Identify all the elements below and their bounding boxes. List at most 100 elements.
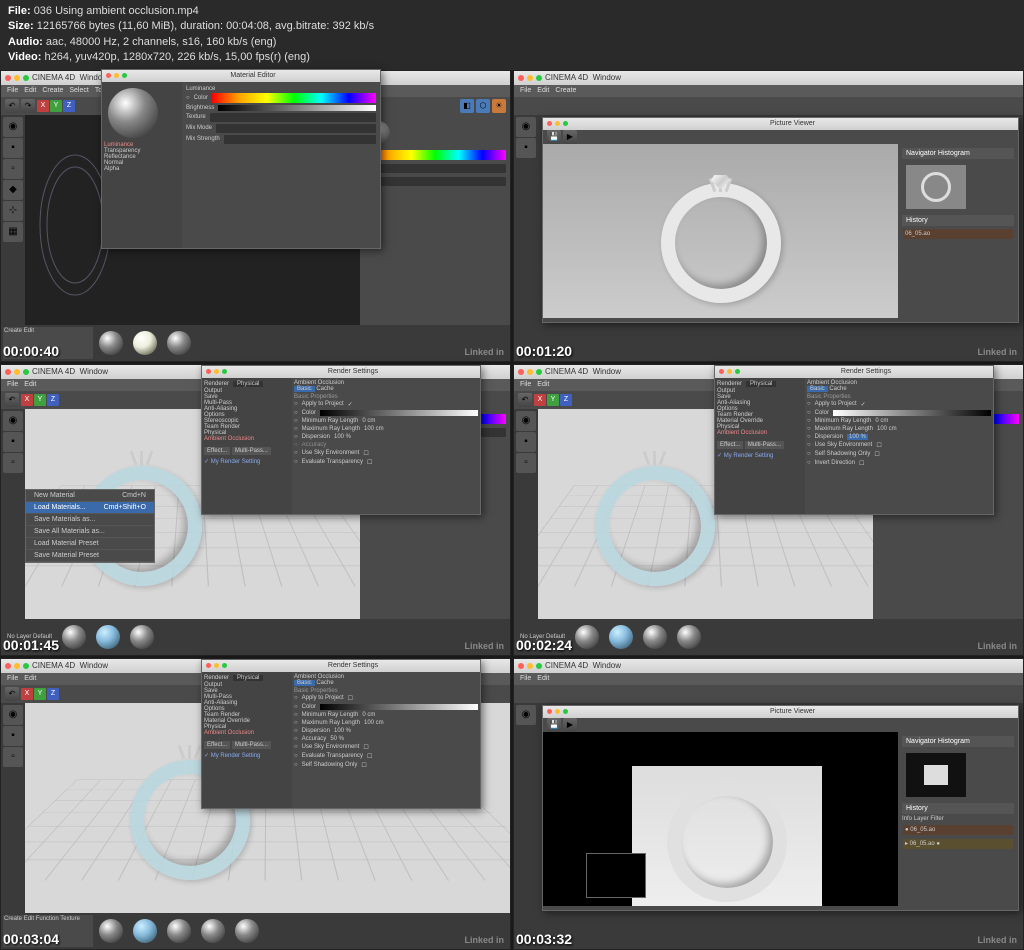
save-icon[interactable]: 💾 (547, 130, 561, 144)
light-icon[interactable]: ☀ (492, 99, 506, 113)
mode-toolbar[interactable]: ◉▪ (514, 115, 538, 325)
ctx-load-preset[interactable]: Load Material Preset (26, 538, 154, 550)
picture-viewer-window[interactable]: Picture Viewer 💾▶ Navigator Histogram Hi… (542, 705, 1019, 911)
ring-object[interactable] (595, 466, 715, 586)
material-editor-titlebar[interactable]: Material Editor (102, 70, 380, 82)
timestamp: 00:02:24 (516, 637, 572, 653)
thumbnail-grid: CINEMA 4D Window FileEditCreateSelectToo… (0, 70, 1024, 950)
texture-mode-icon[interactable]: ▦ (3, 222, 23, 242)
ao-color-gradient[interactable] (320, 410, 478, 416)
axis-mode-icon[interactable]: ⊹ (3, 201, 23, 221)
ab-compare-thumb[interactable] (586, 853, 646, 898)
undo-button[interactable]: ↶ (5, 99, 19, 113)
poly-mode-icon[interactable]: ◆ (3, 180, 23, 200)
mode-toolbar[interactable]: ◉▪▫◆⊹▦ (1, 115, 25, 325)
my-render-setting[interactable]: ✓ My Render Setting (204, 458, 290, 465)
ao-item[interactable]: Ambient Occlusion (717, 430, 803, 436)
history-row[interactable]: ● 06_05.ao (903, 825, 1013, 835)
material-slot[interactable] (609, 625, 633, 649)
mode-toolbar[interactable]: ◉▪▫ (1, 409, 25, 619)
app-menubar[interactable]: FileEditCreate (514, 85, 1023, 97)
material-slot[interactable] (643, 625, 667, 649)
render-settings-window[interactable]: Render Settings Renderer Physical Output… (201, 365, 481, 515)
ring-prongs (130, 451, 154, 475)
spline-icon[interactable]: ⬡ (476, 99, 490, 113)
material-preview-sphere (108, 88, 158, 138)
frame-2: CINEMA 4D Window FileEditCreate ◉▪ Pictu… (513, 70, 1024, 362)
primitive-icon[interactable]: ◧ (460, 99, 474, 113)
pv-sidebar[interactable]: Navigator Histogram History Info Layer F… (898, 732, 1018, 906)
watermark: Linked in (464, 347, 504, 357)
watermark: Linked in (464, 935, 504, 945)
ao-item[interactable]: Ambient Occlusion (204, 436, 290, 442)
cache-tab[interactable]: Cache (316, 386, 333, 392)
material-manager[interactable]: Create Edit (1, 325, 510, 361)
ctx-save-materials[interactable]: Save Materials as... (26, 514, 154, 526)
ctx-new-material[interactable]: New MaterialCmd+N (26, 490, 154, 502)
timestamp: 00:01:45 (3, 637, 59, 653)
history-row[interactable]: ▸ 06_05.ao ● (903, 839, 1013, 849)
point-mode-icon[interactable]: ▪ (3, 138, 23, 158)
material-context-menu[interactable]: New MaterialCmd+N Load Materials...Cmd+S… (25, 489, 155, 563)
timestamp: 00:01:20 (516, 343, 572, 359)
navigator-thumb[interactable] (906, 165, 966, 209)
basic-tab[interactable]: Basic (294, 386, 315, 392)
picture-viewer-titlebar[interactable]: Picture Viewer (543, 118, 1018, 130)
timestamp: 00:00:40 (3, 343, 59, 359)
timestamp: 00:03:32 (516, 931, 572, 947)
transform-axes[interactable]: XYZ (37, 100, 75, 112)
history-row[interactable]: 06_05.ao (903, 229, 1013, 239)
texture-field[interactable] (210, 113, 376, 122)
effect-button[interactable]: Effect... (204, 447, 230, 455)
picture-viewer-window[interactable]: Picture Viewer 💾▶ Navigator Histogram Hi… (542, 117, 1019, 323)
watermark: Linked in (977, 641, 1017, 651)
watermark: Linked in (977, 347, 1017, 357)
material-slot[interactable] (62, 625, 86, 649)
color-strip[interactable] (364, 150, 506, 160)
ctx-save-all[interactable]: Save All Materials as... (26, 526, 154, 538)
edge-mode-icon[interactable]: ▫ (3, 159, 23, 179)
frame-3: CINEMA 4D Window FileEdit ↶XYZ ◉▪▫ Rende… (0, 364, 511, 656)
material-slot[interactable] (167, 919, 191, 943)
material-slot[interactable] (99, 919, 123, 943)
material-slot[interactable] (133, 919, 157, 943)
render-view[interactable] (543, 732, 898, 906)
model-mode-icon[interactable]: ◉ (3, 117, 23, 137)
frame-4: CINEMA 4D Window FileEdit ↶XYZ ◉▪▫ Rende… (513, 364, 1024, 656)
mixmode-field[interactable] (216, 124, 376, 133)
brightness-slider[interactable] (218, 105, 376, 111)
attributes-panel[interactable] (360, 115, 510, 325)
channel-item[interactable]: Alpha (104, 166, 180, 172)
material-manager[interactable]: No Layer Default (1, 619, 510, 655)
pv-sidebar[interactable]: Navigator Histogram History 06_05.ao (898, 144, 1018, 318)
material-slot[interactable] (133, 331, 157, 355)
mac-titlebar: CINEMA 4D Window (514, 71, 1023, 85)
material-slot[interactable] (96, 625, 120, 649)
main-toolbar[interactable] (514, 97, 1023, 115)
material-slot[interactable] (575, 625, 599, 649)
ctx-load-materials[interactable]: Load Materials...Cmd+Shift+O (26, 502, 154, 514)
pv-toolbar[interactable]: 💾▶ (543, 130, 1018, 144)
material-slot[interactable] (677, 625, 701, 649)
material-slot[interactable] (235, 919, 259, 943)
material-slot[interactable] (130, 625, 154, 649)
frame-1: CINEMA 4D Window FileEditCreateSelectToo… (0, 70, 511, 362)
material-slot[interactable] (201, 919, 225, 943)
watermark: Linked in (977, 935, 1017, 945)
frame-5: CINEMA 4D Window FileEdit ↶XYZ ◉▪▫ Rende… (0, 658, 511, 950)
ctx-save-preset[interactable]: Save Material Preset (26, 550, 154, 562)
rs-titlebar[interactable]: Render Settings (202, 366, 480, 378)
play-icon[interactable]: ▶ (563, 130, 577, 144)
timestamp: 00:03:04 (3, 931, 59, 947)
render-view[interactable] (543, 144, 898, 318)
multipass-button[interactable]: Multi-Pass... (232, 447, 271, 455)
redo-button[interactable]: ↷ (21, 99, 35, 113)
material-slot[interactable] (167, 331, 191, 355)
color-picker[interactable] (212, 93, 376, 103)
material-editor-window[interactable]: Material Editor Luminance Transparency R… (101, 69, 381, 249)
render-settings-window[interactable]: Render Settings Renderer Physical Output… (714, 365, 994, 515)
material-slot[interactable] (99, 331, 123, 355)
mixstrength-field[interactable] (224, 135, 376, 144)
render-settings-window[interactable]: Render Settings Renderer Physical Output… (201, 659, 481, 809)
navigator-thumb[interactable] (906, 753, 966, 797)
